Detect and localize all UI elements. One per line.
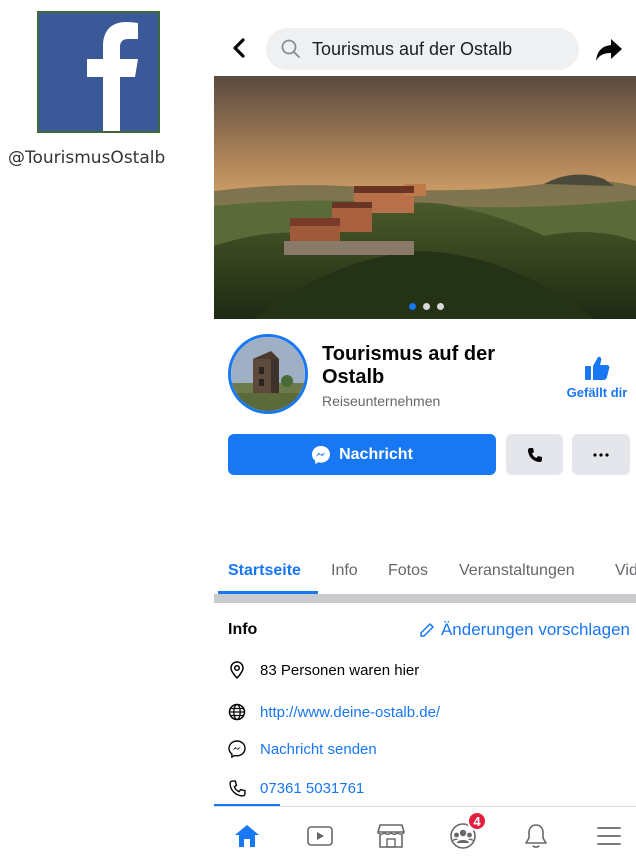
phone-number-link[interactable]: 07361 5031761 <box>260 780 364 797</box>
back-button[interactable] <box>228 34 250 62</box>
nav-marketplace[interactable] <box>371 816 411 856</box>
page-title: Tourismus auf der Ostalb <box>322 343 495 388</box>
page-tabs: Startseite Info Fotos Veranstaltungen Vi… <box>214 548 636 594</box>
messenger-icon <box>228 740 246 758</box>
search-field[interactable]: Tourismus auf der Ostalb <box>266 28 579 70</box>
castle-landscape-image <box>214 76 636 319</box>
visits-text: 83 Personen waren hier <box>260 661 420 679</box>
suggest-edits-label: Änderungen vorschlagen <box>440 620 630 639</box>
carousel-dot <box>423 303 430 310</box>
share-button[interactable] <box>594 36 624 64</box>
notifications-icon <box>525 824 547 848</box>
phone-icon <box>228 779 246 797</box>
nav-watch[interactable] <box>300 816 340 856</box>
website-link[interactable]: http://www.deine-ostalb.de/ <box>260 704 440 721</box>
marketplace-icon <box>377 824 405 848</box>
menu-icon <box>597 827 621 845</box>
info-row-website[interactable]: http://www.deine-ostalb.de/ <box>228 703 440 721</box>
message-button[interactable]: Nachricht <box>228 434 496 475</box>
page-category: Reiseunternehmen <box>322 393 441 409</box>
send-message-link[interactable]: Nachricht senden <box>260 741 377 758</box>
pencil-icon <box>420 623 434 637</box>
suggest-edits-link[interactable]: Änderungen vorschlagen <box>419 620 630 640</box>
nav-groups[interactable]: 4 <box>443 811 487 856</box>
facebook-logo <box>37 11 160 133</box>
watch-icon <box>307 826 333 846</box>
bottom-navigation: 4 <box>214 808 636 861</box>
nav-menu[interactable] <box>589 816 629 856</box>
info-row-messenger[interactable]: Nachricht senden <box>228 740 377 758</box>
facebook-f-icon <box>87 22 138 131</box>
search-query: Tourismus auf der Ostalb <box>312 39 513 59</box>
groups-notification-badge: 4 <box>467 811 487 831</box>
globe-icon <box>228 703 246 721</box>
thumbs-up-icon <box>585 356 610 380</box>
carousel-dot <box>437 303 444 310</box>
search-icon <box>281 39 300 58</box>
phone-screen: Tourismus auf der Ostalb Tourismus auf d… <box>214 0 636 861</box>
info-section-title: Info <box>228 621 258 638</box>
phone-icon <box>527 447 542 462</box>
profile-picture[interactable] <box>228 334 308 414</box>
cover-photo[interactable] <box>214 76 636 319</box>
more-options-button[interactable] <box>572 434 630 475</box>
carousel-dot <box>409 303 416 310</box>
info-row-phone[interactable]: 07361 5031761 <box>228 779 364 797</box>
carousel-indicator <box>409 303 444 310</box>
message-button-label: Nachricht <box>339 445 413 463</box>
location-pin-icon <box>228 661 246 679</box>
like-label: Gefällt dir <box>566 385 628 400</box>
nav-home[interactable] <box>227 816 267 856</box>
tab-videos[interactable]: Vid <box>615 562 636 580</box>
like-button[interactable]: Gefällt dir <box>559 355 635 400</box>
messenger-icon <box>312 445 331 464</box>
nav-notifications[interactable] <box>516 816 556 856</box>
info-row-visits: 83 Personen waren hier <box>228 661 419 679</box>
tower-photo <box>231 337 305 411</box>
back-arrow-icon <box>233 38 245 58</box>
tab-veranstaltungen[interactable]: Veranstaltungen <box>459 562 575 580</box>
tab-info[interactable]: Info <box>331 562 358 580</box>
share-arrow-icon <box>596 39 622 61</box>
tab-startseite[interactable]: Startseite <box>228 562 301 580</box>
more-dots-icon <box>593 452 609 457</box>
section-divider <box>214 594 636 603</box>
bottom-nav-divider <box>214 806 636 807</box>
tab-fotos[interactable]: Fotos <box>388 562 428 580</box>
top-bar: Tourismus auf der Ostalb <box>214 0 636 76</box>
home-icon <box>235 825 259 847</box>
call-button[interactable] <box>506 434 563 475</box>
facebook-handle: @TourismusOstalb <box>8 148 166 168</box>
